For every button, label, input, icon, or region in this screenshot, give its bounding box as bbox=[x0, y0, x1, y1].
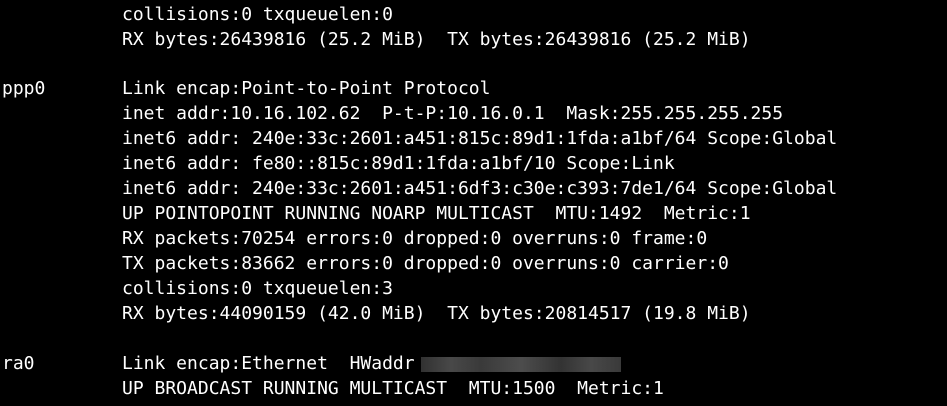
ppp0-inet6-line-2: inet6 addr: fe80::815c:89d1:1fda:a1bf/10… bbox=[122, 153, 675, 174]
ppp0-collisions-line: collisions:0 txqueuelen:3 bbox=[122, 278, 393, 299]
interface-name-ra0: ra0 bbox=[2, 353, 35, 374]
ppp0-inet-line: inet addr:10.16.102.62 P-t-P:10.16.0.1 M… bbox=[122, 103, 784, 124]
redacted-hwaddr-block bbox=[420, 356, 621, 372]
ppp0-inet6-line-1: inet6 addr: 240e:33c:2601:a451:815c:89d1… bbox=[122, 128, 838, 149]
lo-collisions-line: collisions:0 txqueuelen:0 bbox=[122, 4, 393, 25]
ppp0-flags-line: UP POINTOPOINT RUNNING NOARP MULTICAST M… bbox=[122, 203, 751, 224]
ppp0-inet6-line-3: inet6 addr: 240e:33c:2601:a451:6df3:c30e… bbox=[122, 178, 838, 199]
lo-bytes-line: RX bytes:26439816 (25.2 MiB) TX bytes:26… bbox=[122, 29, 751, 50]
terminal-window[interactable]: collisions:0 txqueuelen:0 RX bytes:26439… bbox=[0, 0, 947, 406]
ra0-encap-line: Link encap:Ethernet HWaddr bbox=[122, 352, 621, 376]
ra0-flags-line: UP BROADCAST RUNNING MULTICAST MTU:1500 … bbox=[122, 378, 664, 399]
ra0-encap-text: Link encap:Ethernet HWaddr bbox=[122, 353, 415, 374]
ppp0-encap-line: Link encap:Point-to-Point Protocol bbox=[122, 78, 491, 99]
ppp0-tx-packets-line: TX packets:83662 errors:0 dropped:0 over… bbox=[122, 253, 729, 274]
ppp0-bytes-line: RX bytes:44090159 (42.0 MiB) TX bytes:20… bbox=[122, 303, 751, 324]
ppp0-rx-packets-line: RX packets:70254 errors:0 dropped:0 over… bbox=[122, 228, 708, 249]
interface-name-ppp0: ppp0 bbox=[2, 78, 46, 99]
